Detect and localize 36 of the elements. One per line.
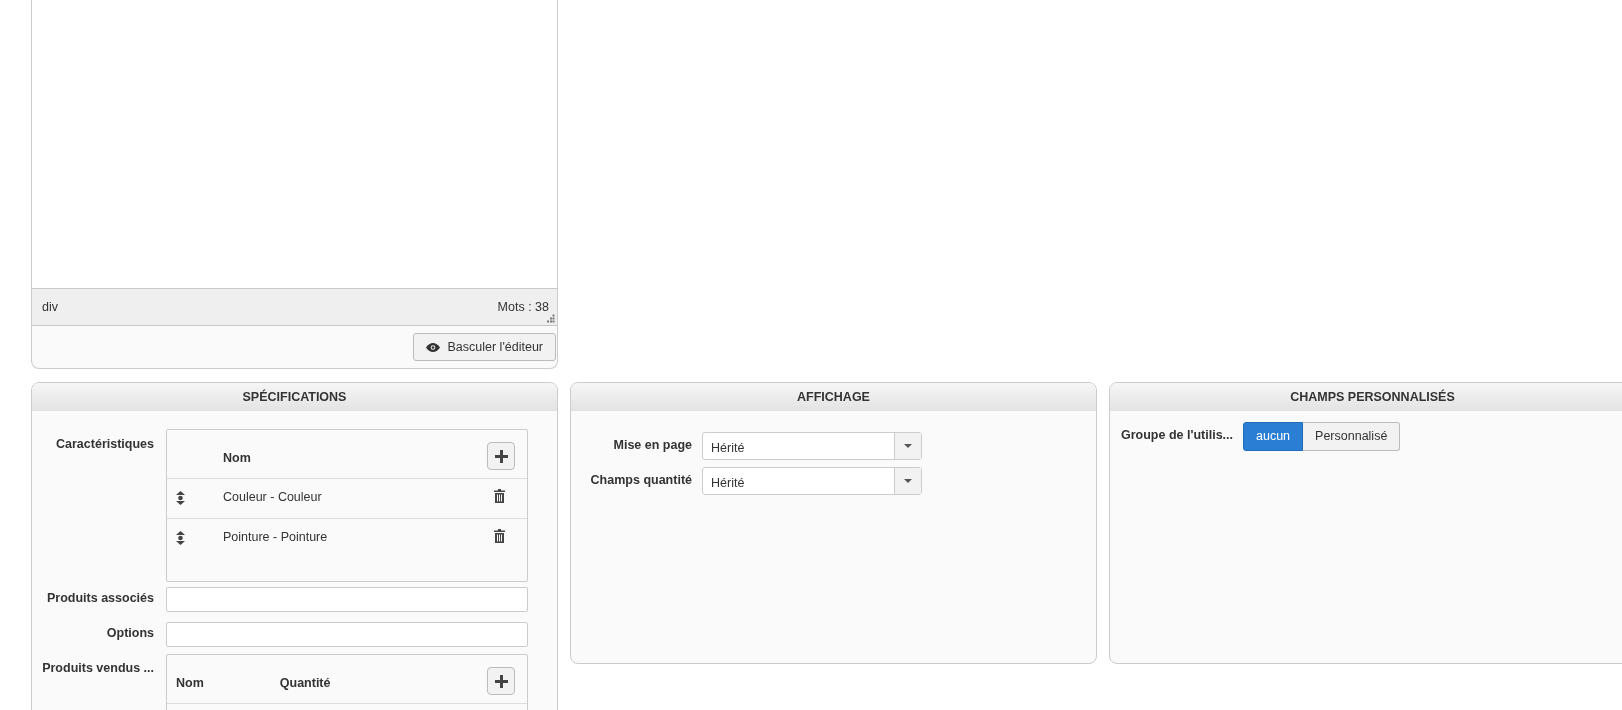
plus-icon bbox=[494, 449, 508, 463]
related-products-field[interactable] bbox=[166, 587, 528, 612]
field-label: Champs quantité bbox=[589, 472, 692, 489]
trash-icon[interactable] bbox=[494, 529, 505, 543]
drag-handle-icon[interactable] bbox=[176, 491, 185, 505]
resize-grip-icon[interactable] bbox=[546, 314, 555, 323]
field-label: Mise en page bbox=[612, 437, 692, 454]
panel-title: SPÉCIFICATIONS bbox=[32, 383, 557, 411]
field-label: Produits associés bbox=[46, 590, 154, 607]
word-count: Mots : 38 bbox=[497, 298, 549, 316]
select-field[interactable]: Hérité bbox=[702, 467, 922, 495]
add-button[interactable] bbox=[487, 442, 515, 470]
select-field[interactable]: Hérité bbox=[702, 432, 922, 460]
toggle-editor-button[interactable]: Basculer l'éditeur bbox=[412, 332, 556, 362]
caret-icon bbox=[904, 444, 912, 448]
eye-icon bbox=[425, 342, 440, 352]
field-label: Produits vendus ... bbox=[41, 660, 154, 677]
column-header: Nom bbox=[176, 675, 204, 693]
options-field[interactable] bbox=[166, 622, 528, 647]
toggle-option[interactable]: aucun bbox=[1243, 422, 1304, 451]
element-path: div bbox=[42, 298, 58, 316]
table-cell-text: Pointure - Pointure bbox=[223, 529, 329, 546]
trash-icon[interactable] bbox=[494, 489, 505, 503]
toggle-option[interactable]: Personnalisé bbox=[1303, 422, 1401, 451]
plus-icon bbox=[494, 674, 508, 688]
add-button[interactable] bbox=[487, 667, 515, 695]
field-label: Caractéristiques bbox=[55, 436, 154, 453]
panel-title: AFFICHAGE bbox=[571, 383, 1096, 411]
table-cell-text: Couleur - Couleur bbox=[223, 489, 323, 506]
field-label: Options bbox=[105, 625, 154, 642]
column-header: Quantité bbox=[279, 675, 331, 693]
caret-icon bbox=[904, 479, 912, 483]
panel-title: CHAMPS PERSONNALISÉS bbox=[1110, 383, 1622, 411]
field-label: Groupe de l'utilis... bbox=[1121, 427, 1233, 444]
column-header: Nom bbox=[223, 450, 251, 468]
drag-handle-icon[interactable] bbox=[176, 531, 185, 545]
